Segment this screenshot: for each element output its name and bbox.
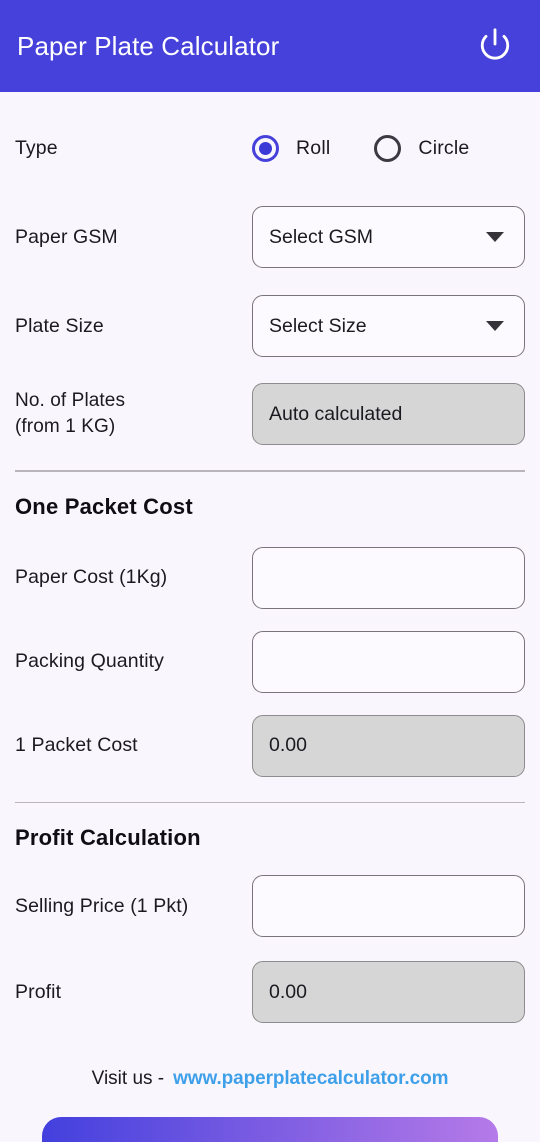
profit-output: 0.00: [252, 961, 525, 1024]
form-body: Type Roll Circle Paper GSM Select GSM Pl…: [0, 122, 540, 1090]
row-selling-price: Selling Price (1 Pkt): [15, 875, 525, 938]
radio-option-circle[interactable]: Circle: [374, 134, 470, 162]
selling-price-input[interactable]: [252, 875, 525, 938]
row-profit: Profit 0.00: [15, 961, 525, 1024]
website-link[interactable]: www.paperplatecalculator.com: [173, 1068, 448, 1090]
plate-size-value: Select Size: [269, 314, 367, 337]
label-paper-gsm: Paper GSM: [15, 225, 118, 248]
paper-gsm-value: Select GSM: [269, 225, 374, 248]
label-no-of-plates-line1: No. of Plates: [15, 390, 126, 412]
row-no-of-plates: No. of Plates (from 1 KG) Auto calculate…: [15, 383, 525, 445]
row-one-packet-cost: 1 Packet Cost 0.00: [15, 714, 525, 777]
label-packing-quantity: Packing Quantity: [15, 650, 165, 673]
radio-circle-label: Circle: [418, 136, 470, 159]
label-selling-price: Selling Price (1 Pkt): [15, 895, 189, 918]
section-title-one-packet-cost: One Packet Cost: [15, 493, 193, 519]
section-title-profit-calculation: Profit Calculation: [15, 825, 201, 851]
row-packing-quantity: Packing Quantity: [15, 630, 525, 693]
plate-size-select[interactable]: Select Size: [252, 295, 525, 357]
row-paper-gsm: Paper GSM Select GSM: [15, 206, 525, 268]
type-radio-group: Roll Circle: [252, 134, 525, 162]
radio-option-roll[interactable]: Roll: [252, 134, 331, 162]
packing-quantity-input[interactable]: [252, 630, 525, 693]
label-profit: Profit: [15, 981, 62, 1004]
label-one-packet-cost: 1 Packet Cost: [15, 734, 138, 757]
row-paper-cost: Paper Cost (1Kg): [15, 546, 525, 609]
label-type: Type: [15, 136, 58, 159]
no-of-plates-value: Auto calculated: [269, 402, 403, 425]
chevron-down-icon: [486, 321, 504, 331]
paper-gsm-select[interactable]: Select GSM: [252, 206, 525, 268]
app-header: Paper Plate Calculator: [0, 0, 540, 92]
calculate-button-wrapper: Calculate: [0, 1117, 540, 1142]
calculate-button[interactable]: Calculate: [42, 1117, 498, 1142]
one-packet-cost-value: 0.00: [269, 734, 307, 757]
row-type: Type Roll Circle: [15, 122, 525, 174]
divider-profit-calculation: [15, 801, 525, 804]
radio-roll-label: Roll: [296, 136, 331, 159]
row-plate-size: Plate Size Select Size: [15, 295, 525, 357]
power-icon: [478, 27, 512, 66]
profit-value: 0.00: [269, 980, 307, 1003]
no-of-plates-output: Auto calculated: [252, 383, 525, 445]
visit-us-label: Visit us -: [91, 1068, 165, 1090]
one-packet-cost-output: 0.00: [252, 714, 525, 777]
power-button[interactable]: [474, 25, 516, 67]
visit-us-row: Visit us - www.paperplatecalculator.com: [15, 1068, 525, 1090]
chevron-down-icon: [486, 232, 504, 242]
label-no-of-plates-line2: (from 1 KG): [15, 416, 116, 437]
radio-roll-icon[interactable]: [252, 134, 279, 162]
page-title: Paper Plate Calculator: [17, 31, 280, 61]
label-paper-cost: Paper Cost (1Kg): [15, 566, 168, 589]
radio-circle-icon[interactable]: [374, 134, 402, 162]
divider-one-packet-cost: [15, 470, 525, 472]
label-plate-size: Plate Size: [15, 314, 104, 337]
label-no-of-plates: No. of Plates (from 1 KG): [15, 388, 252, 439]
paper-cost-input[interactable]: [252, 546, 525, 609]
